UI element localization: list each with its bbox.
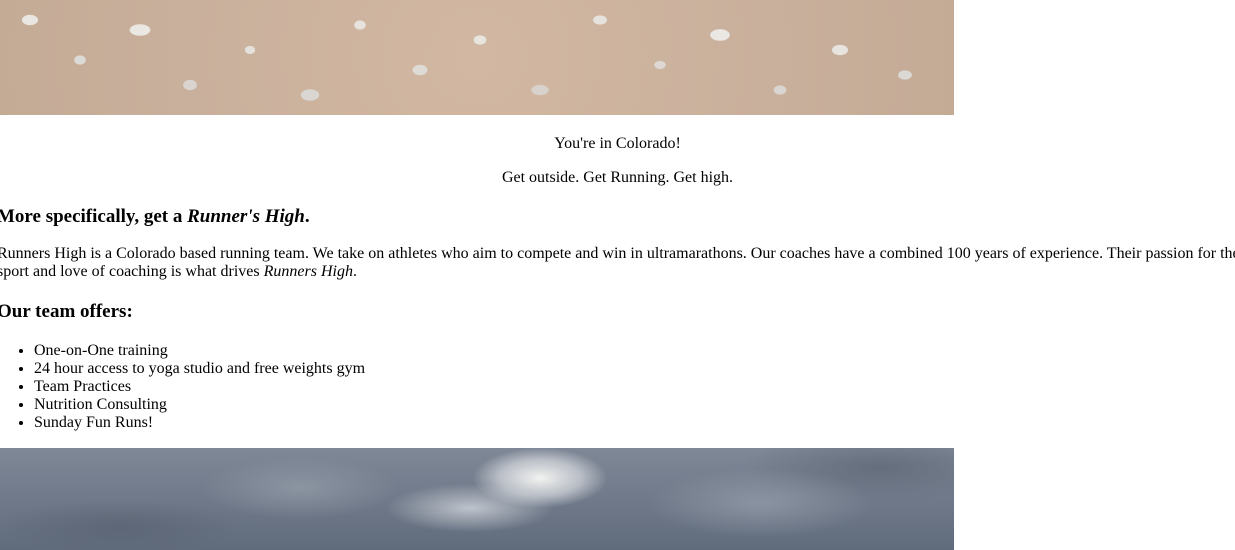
team-description-emphasis: Runners High	[263, 263, 353, 280]
offers-list: One-on-One training 24 hour access to yo…	[0, 342, 365, 432]
list-item: Sunday Fun Runs!	[34, 414, 365, 432]
heading-suffix: .	[304, 206, 310, 227]
team-description-text: Runners High is a Colorado based running…	[0, 245, 1235, 280]
list-item: Nutrition Consulting	[34, 396, 365, 414]
heading-emphasis: Runner's High	[187, 206, 305, 227]
tagline-get-outside: Get outside. Get Running. Get high.	[501, 169, 734, 186]
heading-prefix: More specifically, get a	[0, 206, 188, 227]
list-item: Team Practices	[34, 378, 365, 396]
rocky-trail-image	[0, 0, 954, 115]
tagline-colorado: You're in Colorado!	[554, 135, 681, 152]
list-item: One-on-One training	[34, 342, 365, 360]
page: You're in Colorado! Get outside. Get Run…	[0, 0, 1235, 550]
runners-high-heading: More specifically, get a Runner's High.	[0, 206, 310, 228]
team-description-suffix: .	[352, 263, 357, 280]
list-item: 24 hour access to yoga studio and free w…	[34, 360, 365, 378]
team-description: Runners High is a Colorado based running…	[0, 245, 1235, 281]
cloudy-sky-image	[0, 448, 954, 550]
team-offers-heading: Our team offers:	[0, 301, 133, 322]
